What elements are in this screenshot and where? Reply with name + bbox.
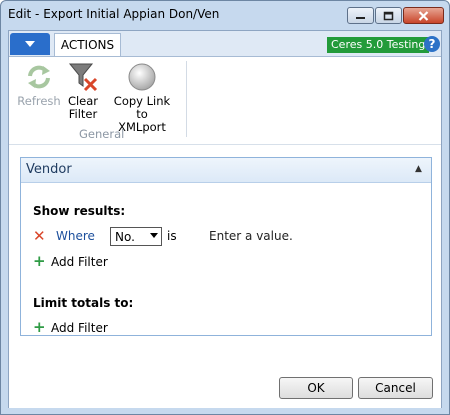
- ribbon-body: Refresh Clear Filter Copy Link to XMLpor…: [9, 57, 441, 143]
- close-button[interactable]: [403, 7, 444, 24]
- copy-link-label-line1: Copy Link to: [113, 94, 171, 121]
- copy-link-icon: [126, 61, 158, 93]
- dropdown-arrow-icon: [150, 233, 158, 238]
- clear-filter-button[interactable]: Clear Filter: [65, 61, 101, 121]
- copy-link-button[interactable]: Copy Link to XMLport: [107, 61, 177, 134]
- plus-icon: +: [33, 252, 46, 270]
- filter-value-input[interactable]: Enter a value.: [209, 229, 293, 243]
- window-title: Edit - Export Initial Appian Don/Ven: [8, 7, 220, 21]
- dialog-content: ACTIONS Ceres 5.0 Testing ? Refresh Clea…: [8, 30, 442, 408]
- add-totals-filter-label: Add Filter: [51, 321, 108, 335]
- filter-field-value: No.: [115, 230, 135, 244]
- maximize-button[interactable]: [375, 7, 402, 24]
- close-icon: [418, 10, 429, 21]
- main-area: Vendor ▲ Show results: ✕ Where No. is En…: [9, 144, 441, 408]
- ribbon-group-divider: [186, 61, 187, 137]
- is-label: is: [167, 229, 177, 243]
- refresh-icon: [23, 61, 55, 93]
- clear-filter-icon: [67, 61, 99, 93]
- limit-totals-label: Limit totals to:: [33, 296, 134, 310]
- dialog-window: Edit - Export Initial Appian Don/Ven ACT…: [0, 0, 450, 415]
- refresh-label: Refresh: [17, 94, 61, 108]
- remove-filter-icon[interactable]: ✕: [33, 229, 47, 244]
- fasttab-title: Vendor: [26, 162, 72, 177]
- maximize-icon: [383, 11, 394, 20]
- help-icon[interactable]: ?: [424, 36, 440, 52]
- show-results-label: Show results:: [33, 204, 126, 218]
- vendor-fasttab: Vendor ▲ Show results: ✕ Where No. is En…: [20, 157, 432, 336]
- tab-actions[interactable]: ACTIONS: [54, 33, 121, 56]
- minimize-button[interactable]: [347, 7, 374, 24]
- add-filter-label: Add Filter: [51, 255, 108, 269]
- company-badge: Ceres 5.0 Testing: [327, 37, 430, 53]
- app-menu-button[interactable]: [10, 33, 50, 55]
- chevron-down-icon: [25, 41, 35, 47]
- collapse-icon[interactable]: ▲: [415, 164, 422, 174]
- cancel-button[interactable]: Cancel: [358, 377, 433, 399]
- minimize-icon: [356, 16, 365, 19]
- ribbon-tab-strip: ACTIONS Ceres 5.0 Testing ?: [9, 31, 441, 57]
- filter-field-select[interactable]: No.: [110, 227, 162, 246]
- refresh-button[interactable]: Refresh: [17, 61, 61, 108]
- title-bar[interactable]: Edit - Export Initial Appian Don/Ven: [1, 1, 449, 29]
- fasttab-header[interactable]: Vendor ▲: [21, 158, 431, 183]
- plus-icon: +: [33, 318, 46, 336]
- ok-button[interactable]: OK: [279, 377, 353, 399]
- where-link[interactable]: Where: [56, 229, 95, 243]
- clear-filter-label-line2: Filter: [68, 107, 98, 121]
- ribbon-group-label: General: [79, 127, 125, 141]
- filter-row: ✕ Where No. is Enter a value.: [33, 227, 423, 247]
